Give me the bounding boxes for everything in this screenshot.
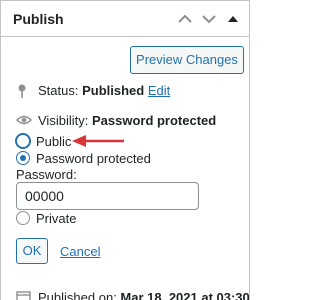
status-label: Status: (38, 83, 79, 98)
eye-icon (16, 113, 32, 130)
triangle-up-icon[interactable] (223, 9, 243, 29)
radio-public[interactable] (16, 134, 30, 148)
visibility-value: Password protected (91, 113, 217, 128)
chevron-down-icon[interactable] (199, 9, 219, 29)
radio-public-label[interactable]: Public (36, 134, 71, 149)
radio-private[interactable] (16, 211, 30, 225)
radio-private-label[interactable]: Private (36, 211, 76, 226)
visibility-label: Visibility: (38, 113, 89, 128)
status-value: Published (82, 83, 145, 98)
status-edit-link[interactable]: Edit (148, 83, 170, 98)
pin-icon (16, 83, 30, 102)
panel-header: Publish (1, 1, 249, 37)
calendar-icon (16, 290, 31, 300)
published-label: Published on: (38, 290, 117, 300)
password-label: Password: (16, 167, 77, 182)
annotation-arrow (72, 135, 124, 147)
cancel-link[interactable]: Cancel (60, 244, 100, 259)
published-value: Mar 18, 2021 at 03:30 (120, 290, 250, 300)
panel-title: Publish (13, 11, 64, 27)
radio-password-protected-label[interactable]: Password protected (36, 151, 151, 166)
radio-password-protected[interactable] (16, 151, 30, 165)
ok-button[interactable]: OK (16, 238, 48, 264)
preview-changes-button[interactable]: Preview Changes (130, 46, 244, 74)
publish-panel: Publish Preview Changes Status: Publishe… (0, 0, 250, 300)
password-input[interactable]: 00000 (16, 182, 199, 210)
chevron-up-icon[interactable] (175, 9, 195, 29)
